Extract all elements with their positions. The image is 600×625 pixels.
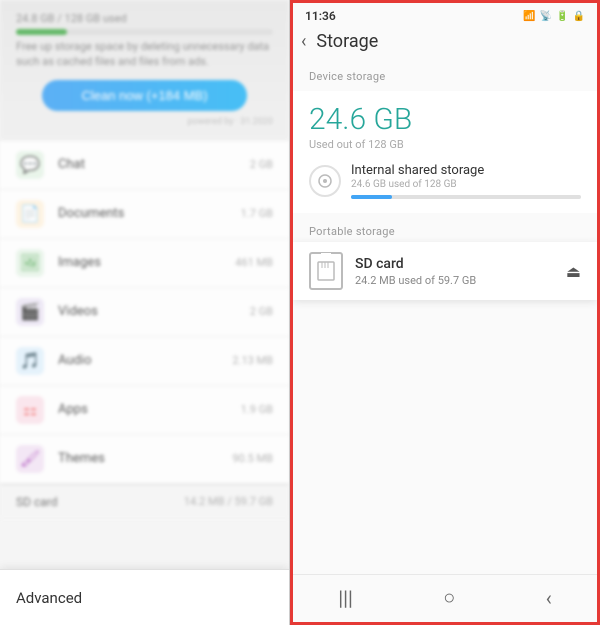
- back-button[interactable]: ‹: [301, 31, 306, 52]
- battery-icon: 🔋: [556, 11, 568, 22]
- category-size: 2.13 MB: [232, 354, 273, 367]
- signal-icon: 📡: [540, 11, 552, 22]
- category-name: Videos: [58, 304, 250, 319]
- docs-icon: 📄: [16, 200, 44, 228]
- apps-icon: ⚏: [16, 396, 44, 424]
- internal-storage-name: Internal shared storage: [351, 163, 581, 178]
- chat-icon: 💬: [16, 151, 44, 179]
- list-item[interactable]: 🖼 Images 461 MB: [0, 239, 289, 288]
- toolbar: ‹ Storage: [293, 25, 597, 60]
- sd-card-notch: [321, 253, 331, 259]
- left-panel: 24.8 GB / 128 GB used Free up storage sp…: [0, 0, 290, 625]
- category-name: Documents: [58, 206, 241, 221]
- storage-amount: 24.6 GB: [309, 103, 581, 136]
- storage-used-label: Used out of 128 GB: [309, 138, 581, 151]
- page-title: Storage: [316, 31, 378, 52]
- category-name: Chat: [58, 157, 250, 172]
- clean-now-button[interactable]: Clean now (+184 MB): [42, 80, 248, 111]
- internal-storage-icon: [309, 165, 341, 197]
- list-item[interactable]: 📄 Documents 1.7 GB: [0, 190, 289, 239]
- lock-icon: 🔒: [573, 11, 585, 22]
- device-storage-card: 24.6 GB Used out of 128 GB Internal shar…: [293, 91, 597, 213]
- right-panel: 11:36 📶 📡 🔋 🔒 ‹ Storage Device storage 2…: [290, 0, 600, 625]
- category-size: 1.9 GB: [241, 403, 273, 416]
- storage-bar-label: 24.8 GB / 128 GB used: [16, 12, 273, 25]
- category-name: Audio: [58, 353, 232, 368]
- sd-card-card[interactable]: SD card 24.2 MB used of 59.7 GB ⏏: [293, 242, 597, 300]
- category-size: 2 GB: [250, 305, 273, 318]
- sd-card-name: SD card: [355, 256, 554, 272]
- internal-progress-fill: [351, 195, 392, 199]
- category-size: 2 GB: [250, 158, 273, 171]
- nav-bar: ||| ○ ‹: [293, 574, 597, 622]
- internal-info: Internal shared storage 24.6 GB used of …: [351, 163, 581, 199]
- portable-section-label: Portable storage: [293, 213, 597, 242]
- storage-bar-bg: [16, 29, 273, 35]
- back-nav-icon[interactable]: ‹: [546, 586, 552, 610]
- status-time: 11:36: [305, 9, 336, 23]
- list-item[interactable]: 🎵 Audio 2.13 MB: [0, 337, 289, 386]
- left-top-section: 24.8 GB / 128 GB used Free up storage sp…: [0, 0, 289, 141]
- eject-icon[interactable]: ⏏: [566, 262, 581, 281]
- home-nav-icon[interactable]: ○: [443, 585, 455, 610]
- storage-bar-fill: [16, 29, 67, 35]
- category-list: 💬 Chat 2 GB 📄 Documents 1.7 GB 🖼 Images …: [0, 141, 289, 484]
- themes-icon: 🖌: [16, 445, 44, 473]
- advanced-bar[interactable]: Advanced: [0, 569, 289, 625]
- images-icon: 🖼: [16, 249, 44, 277]
- advanced-label: Advanced: [16, 589, 82, 607]
- list-item[interactable]: ⚏ Apps 1.9 GB: [0, 386, 289, 435]
- list-item[interactable]: 💬 Chat 2 GB: [0, 141, 289, 190]
- menu-nav-icon[interactable]: |||: [338, 586, 353, 610]
- status-bar: 11:36 📶 📡 🔋 🔒: [293, 3, 597, 25]
- sd-card-icon: [309, 252, 343, 290]
- category-name: Apps: [58, 402, 241, 417]
- audio-icon: 🎵: [16, 347, 44, 375]
- internal-storage-row[interactable]: Internal shared storage 24.6 GB used of …: [309, 163, 581, 199]
- sd-card-used: 24.2 MB used of 59.7 GB: [355, 274, 554, 287]
- status-icons: 📶 📡 🔋 🔒: [523, 11, 585, 22]
- list-item[interactable]: 🎬 Videos 2 GB: [0, 288, 289, 337]
- sd-card-label: SD card: [16, 495, 184, 509]
- category-size: 1.7 GB: [241, 207, 273, 220]
- sd-card-row[interactable]: SD card 14.2 MB / 59.7 GB: [0, 484, 289, 519]
- list-item[interactable]: 🖌 Themes 90.5 MB: [0, 435, 289, 484]
- wifi-icon: 📶: [523, 11, 535, 22]
- device-storage-label: Device storage: [293, 60, 597, 87]
- sd-card-size: 14.2 MB / 59.7 GB: [184, 495, 273, 508]
- category-name: Images: [58, 255, 235, 270]
- powered-text: powered by · 31.2020: [16, 117, 273, 127]
- category-name: Themes: [58, 451, 232, 466]
- internal-progress-bg: [351, 195, 581, 199]
- content-area: Device storage 24.6 GB Used out of 128 G…: [293, 60, 597, 574]
- sd-card-info: SD card 24.2 MB used of 59.7 GB: [355, 256, 554, 287]
- videos-icon: 🎬: [16, 298, 44, 326]
- internal-storage-used: 24.6 GB used of 128 GB: [351, 179, 581, 190]
- free-up-text: Free up storage space by deleting unnece…: [16, 39, 273, 70]
- category-size: 461 MB: [235, 256, 273, 269]
- category-size: 90.5 MB: [232, 452, 273, 465]
